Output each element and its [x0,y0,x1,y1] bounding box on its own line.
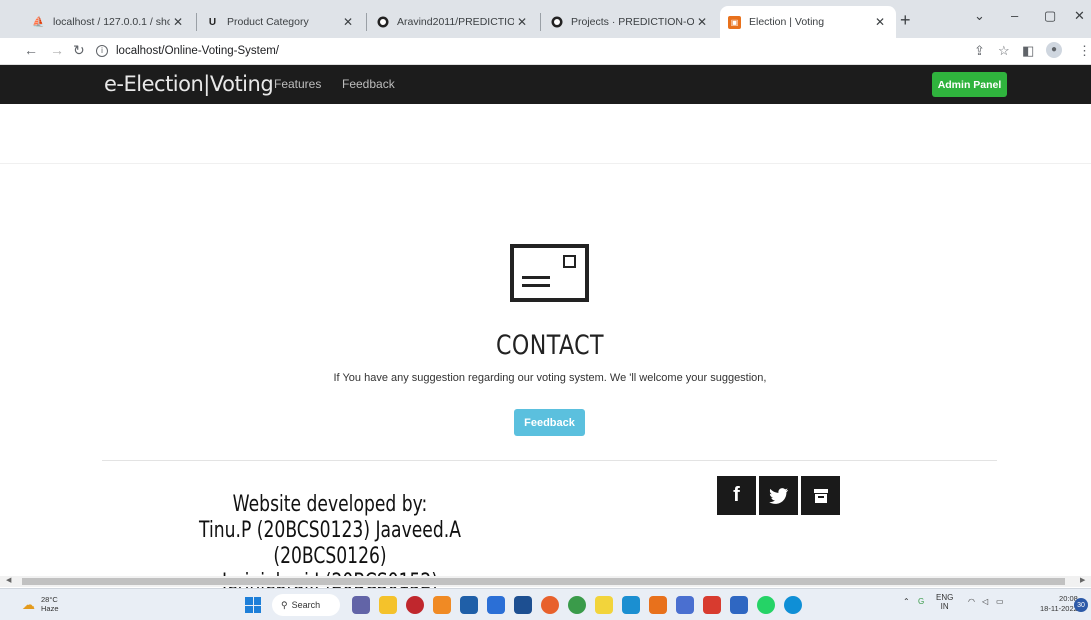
file-explorer-icon[interactable] [379,596,397,614]
profile-avatar-icon[interactable]: ● [1046,42,1062,58]
notification-badge[interactable]: 30 [1074,598,1088,612]
office-icon[interactable] [703,596,721,614]
github-icon [550,16,563,29]
close-tab-icon[interactable]: ✕ [340,15,356,29]
forward-icon[interactable]: → [50,42,64,58]
language-indicator[interactable]: ENG IN [936,593,953,611]
vscode-icon[interactable] [622,596,640,614]
browser-toolbar: ← → ↻ i localhost/Online-Voting-System/ … [0,38,1091,65]
scrollbar-thumb[interactable] [22,578,1065,585]
media-app-icon[interactable] [406,596,424,614]
tab-separator [196,13,197,31]
close-tab-icon[interactable]: ✕ [514,15,530,29]
weather-condition: Haze [41,604,59,613]
temperature: 28°C [41,595,58,604]
language: ENG [936,593,954,602]
scroll-right-icon[interactable]: ▶ [1080,576,1085,584]
browser-tab-election-voting[interactable]: ▣ Election | Voting ✕ [720,6,896,38]
scroll-left-icon[interactable]: ◀ [6,576,11,584]
tab-title: Product Category [227,16,309,28]
address-bar[interactable]: i localhost/Online-Voting-System/ [96,40,966,62]
battery-icon[interactable]: ▭ [996,597,1004,606]
wifi-icon[interactable]: ◠ [968,597,975,606]
url-text: localhost/Online-Voting-System/ [116,45,279,57]
tray-app-icon[interactable]: G [918,597,924,606]
back-icon[interactable]: ← [24,42,38,58]
menu-kebab-icon[interactable]: ⋮ [1078,43,1091,59]
minimize-icon[interactable]: – [1011,8,1018,23]
tab-separator [366,13,367,31]
taskbar-search[interactable]: ⚲ Search [272,594,340,616]
clock-date: 18-11-2022 [1040,604,1078,613]
envelope-icon [510,244,589,302]
chrome-icon[interactable] [568,596,586,614]
app-icon[interactable] [676,596,694,614]
tab-title: Aravind2011/PREDICTION-OF [397,16,514,28]
tab-search-icon[interactable]: ⌄ [974,8,985,24]
tab-title: localhost / 127.0.0.1 / shoppi [53,16,170,28]
browser-tab-phpmyadmin[interactable]: ⛵ localhost / 127.0.0.1 / shoppi ✕ [24,6,194,38]
horizontal-scrollbar[interactable]: ◀ ▶ [0,576,1091,587]
credits-line: Tinu.P (20BCS0123) Jaaveed.A (20BCS0126) [199,518,461,569]
site-icon: ▣ [728,15,741,29]
system-clock[interactable]: 20:08 18-11-2022 [1040,594,1078,614]
whatsapp-icon[interactable] [757,596,775,614]
teams-chat-icon[interactable] [352,596,370,614]
reload-icon[interactable]: ↻ [73,42,85,59]
admin-panel-button[interactable]: Admin Panel [932,72,1007,97]
region: IN [940,602,949,611]
browser-tab-product-category[interactable]: U Product Category ✕ [198,6,364,38]
weather-widget[interactable]: ☁ 28°C Haze [22,595,59,613]
browser-tab-github-projects[interactable]: Projects · PREDICTION-OF-BR ✕ [542,6,718,38]
new-tab-button[interactable]: + [900,10,911,31]
tab-title: Projects · PREDICTION-OF-BR [571,16,694,28]
store-icon[interactable] [487,596,505,614]
search-label: Search [291,600,321,610]
mail-icon[interactable] [514,596,532,614]
search-icon: ⚲ [281,599,288,610]
restore-icon[interactable]: ▢ [1044,8,1056,24]
close-tab-icon[interactable]: ✕ [170,15,186,29]
contact-heading: CONTACT [496,330,604,361]
facebook-icon[interactable]: f [717,476,756,515]
edge-icon[interactable] [784,596,802,614]
dev-tool-icon[interactable] [460,596,478,614]
tab-title: Election | Voting [749,16,825,28]
side-panel-icon[interactable]: ◧ [1022,43,1034,59]
u-logo-icon: U [208,16,217,28]
windows-start-icon[interactable] [245,597,261,613]
archive-icon[interactable] [801,476,840,515]
site-brand[interactable]: e-Election|Voting [104,72,274,96]
contact-description: If You have any suggestion regarding our… [333,372,767,384]
bookmark-star-icon[interactable]: ☆ [998,43,1010,59]
weather-haze-icon: ☁ [22,597,35,612]
tab-separator [540,13,541,31]
nav-link-feedback[interactable]: Feedback [342,77,395,91]
sublime-icon[interactable] [649,596,667,614]
credits-heading: Website developed by: [232,492,428,517]
share-icon[interactable]: ⇪ [974,43,985,59]
twitter-icon[interactable] [759,476,798,515]
close-window-icon[interactable]: ✕ [1074,8,1085,24]
firefox-icon[interactable] [541,596,559,614]
photos-icon[interactable] [730,596,748,614]
nav-link-features[interactable]: Features [274,77,321,91]
footer-divider [102,460,997,461]
browser-tab-github-repo[interactable]: Aravind2011/PREDICTION-OF ✕ [368,6,538,38]
feedback-button[interactable]: Feedback [514,409,585,436]
show-hidden-icons-icon[interactable]: ⌃ [903,597,910,606]
close-tab-icon[interactable]: ✕ [694,15,710,29]
browser-tab-strip: ⛵ localhost / 127.0.0.1 / shoppi ✕ U Pro… [0,0,1091,38]
xampp-icon[interactable] [433,596,451,614]
close-tab-icon[interactable]: ✕ [872,15,888,29]
github-icon [376,16,389,29]
site-navbar: e-Election|Voting Features Feedback Admi… [0,65,1091,104]
volume-icon[interactable]: ◁ [982,597,988,606]
windows-taskbar: ☁ 28°C Haze ⚲ Search ⌃ G ENG IN ◠ ◁ ▭ 20… [0,588,1091,620]
notepad-icon[interactable] [595,596,613,614]
section-divider [0,163,1091,164]
site-info-icon[interactable]: i [96,45,108,57]
phpmyadmin-icon: ⛵ [32,16,45,28]
